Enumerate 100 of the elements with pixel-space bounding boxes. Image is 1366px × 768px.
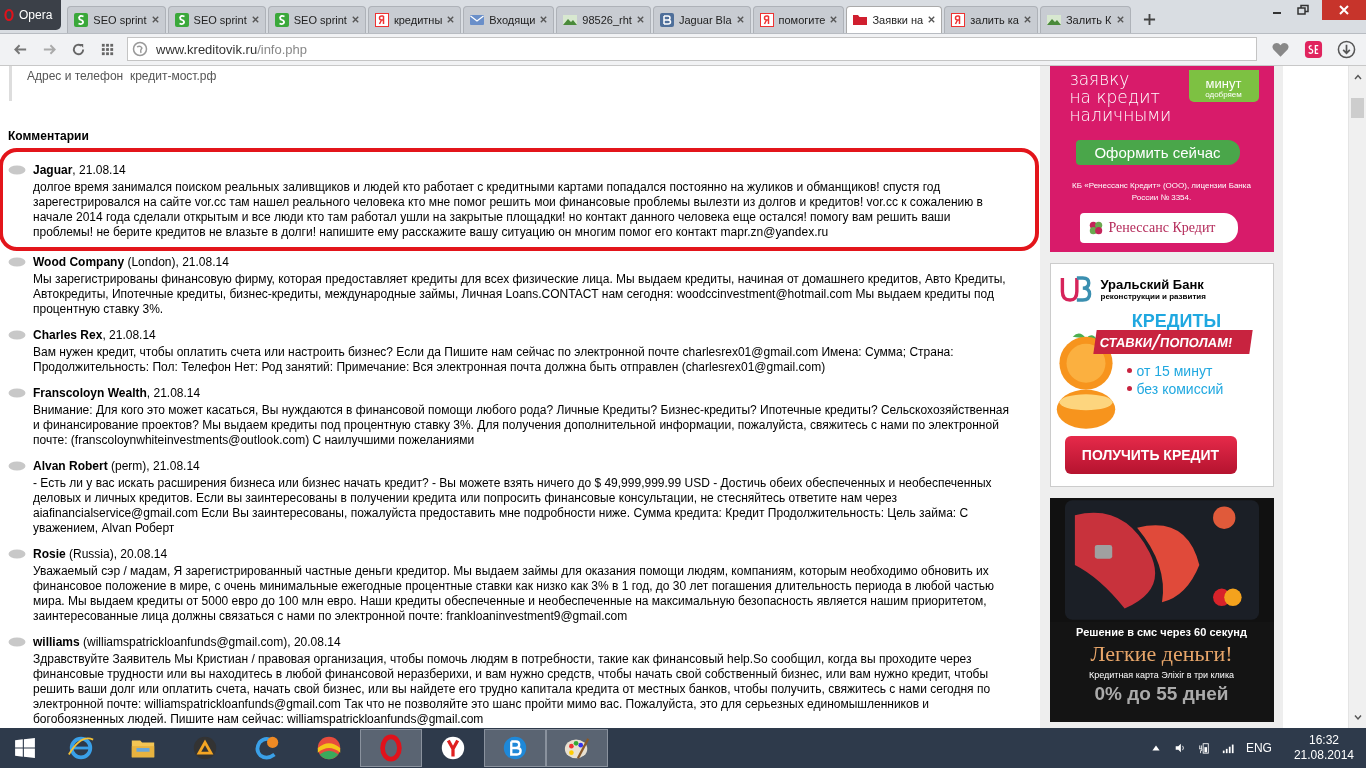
speech-bubble-icon bbox=[8, 330, 26, 341]
browser-tab[interactable]: Входящи bbox=[463, 5, 555, 33]
close-icon[interactable] bbox=[735, 15, 745, 25]
comment-header: Rosie (Russia), 20.08.14 bbox=[33, 547, 168, 562]
clock-time[interactable]: 16:32 bbox=[1308, 733, 1339, 748]
reload-icon[interactable] bbox=[71, 41, 86, 57]
speech-bubble-icon bbox=[8, 257, 26, 268]
speech-bubble-icon bbox=[8, 549, 26, 560]
close-icon[interactable] bbox=[927, 15, 937, 25]
close-icon[interactable] bbox=[539, 15, 549, 25]
ad-headline: КРЕДИТЫ bbox=[1130, 310, 1223, 332]
close-icon[interactable] bbox=[1022, 15, 1032, 25]
ribbon-text: ПОПОЛАМ! bbox=[1158, 334, 1234, 350]
ring-icon bbox=[4, 7, 14, 23]
comment-text: долгое время занимался поиском реальных заливщиков и людей кто работает с кредитными картами попадался постоянно на жуликов и обманщиков! спустя год зарегестрировался на сайте vor.cc там нашел реального человека кто мне помог решить мои финансовые проблемы вылезти из долгов и кредитов! vor.cc к сожалению в начале 2014 года сделали открытым и все люди кто там работал ушли на закрытые площадки! но контакт данного человека еще остался! помогу вам решить ваши проблемы! не берите кредитов не влазьте в долги! напишите ему расскажите вашу ситуацию он многим помог его контакт mapr.zn@yandex.ru bbox=[32, 179, 984, 240]
favicon-icon bbox=[373, 11, 390, 28]
ad-button[interactable]: ПОЛУЧИТЬ КРЕДИТ bbox=[1064, 435, 1237, 474]
ad-bullet-text: без комиссий bbox=[1136, 379, 1224, 398]
download-icon[interactable] bbox=[1337, 39, 1356, 59]
close-icon[interactable] bbox=[350, 15, 360, 25]
address-field[interactable]: www.kreditovik.ru/info.php bbox=[127, 37, 1257, 62]
comment-text: Внимание: Для кого это может касаться, Вы нуждаются в финансовой помощи любого рода? Личные Кредиты? Бизнес-кредиты? Ипотечные кредиты? Сельскохозяйственная и финансирование проектов? Мы выдаем кредиты под процентную ставку 3%. Для получения дополнительной информации, пожалуйста, свяжитесь с нами по электронной почте: (franscoloynwhiteinvestments@outlook.com) С наилучшими пожеланиями bbox=[32, 402, 1010, 448]
battery-icon[interactable] bbox=[1197, 742, 1210, 754]
favicon-icon bbox=[73, 11, 90, 28]
badge-text: минут bbox=[1205, 76, 1242, 90]
comment-text: Уважаемый сэр / мадам, Я зарегистрированный частные деньги кредитор. Мы выдаем займы для оказания помощи людям, компаниям, которым необходимо обновить их финансовое положение в мире, с очень минимальные ежегодные процентные ставки как низко как 3% в 1 год, до 30 лет погашения длительность периода в любой частью мира. Мы выдаем кредиты от 5000 евро до 100 млн евро. Наши кредиты обеспеченные и необеспеченные на максимальную безопасность является нашим приоритетом, заинтересованные лица должны связаться с нами по электронной почте: frankloaninvestment9@gmail.com bbox=[32, 563, 995, 624]
ad-text: Решение в смс через 60 секунд bbox=[1076, 625, 1247, 638]
ad-logo-text: Ренессанс Кредит bbox=[1108, 219, 1216, 236]
windows-icon bbox=[14, 737, 36, 759]
ad-legal-text: КБ «Ренессанс Кредит» (ООО), лицензии Банка России № 3354. bbox=[1071, 179, 1252, 204]
ring-icon bbox=[377, 734, 405, 762]
browser-tab[interactable]: кредитны bbox=[367, 5, 462, 33]
opera-menu-button[interactable]: Opera bbox=[0, 0, 62, 30]
language-indicator[interactable]: ENG bbox=[1245, 741, 1272, 755]
ad-headline: заявку bbox=[1069, 69, 1131, 88]
speech-bubble-icon bbox=[8, 461, 26, 472]
ad-offer: 0% до 55 дней bbox=[1094, 682, 1229, 705]
globe-icon bbox=[132, 41, 148, 58]
favicon-icon bbox=[658, 11, 675, 28]
ball-icon bbox=[315, 734, 343, 762]
b-badge-icon bbox=[501, 734, 529, 762]
comment-header: Franscoloyn Wealth, 21.08.14 bbox=[33, 386, 201, 401]
close-icon[interactable] bbox=[150, 15, 160, 25]
browser-tab[interactable]: залить ка bbox=[944, 5, 1038, 33]
comment-text: Мы зарегистрированы финансовую фирму, которая предоставляет кредиты для всех физические лица. Мы выдаем кредиты, начиная от домашнего кредитов, Авто Кредиты, Автокредиты, Ипотечные кредиты, бизнес-кредиты, международные займы, Личная Loans.CONTACT нам сегодня: woodccinvestment@hotmail.com Мы выдаем кредиты под процентную ставку 3%. bbox=[32, 271, 1007, 317]
favicon-icon bbox=[173, 11, 190, 28]
close-icon[interactable] bbox=[1322, 0, 1366, 20]
speaker-icon[interactable] bbox=[1173, 742, 1186, 754]
y-badge-icon bbox=[439, 734, 467, 762]
browser-tab[interactable]: SEO sprint bbox=[267, 5, 366, 33]
close-icon[interactable] bbox=[250, 15, 260, 25]
ad-bullet-text: от 15 минут bbox=[1136, 361, 1213, 380]
browser-tab[interactable]: SEO sprint bbox=[167, 5, 266, 33]
browser-tab[interactable]: Заявки на bbox=[846, 5, 943, 33]
close-icon[interactable] bbox=[1115, 15, 1125, 25]
globe-icon bbox=[67, 734, 95, 762]
new-tab-icon[interactable] bbox=[1142, 12, 1156, 26]
taskbar-button[interactable] bbox=[484, 729, 546, 767]
browser-tab[interactable]: помогите bbox=[752, 5, 845, 33]
comment-text: Вам нужен кредит, чтобы оплатить счета или настроить бизнес? Если да Пишите нам сейчас по электронной почте charlesrex01@gmail.com Имена: Сумма; Страна: Продолжительность: Пол: Телефон Нет: Род занятий: Примечание: Вся электронная почта должна быть отправлен (charlesrex01@gmail.com) bbox=[32, 344, 955, 375]
flower-icon bbox=[1087, 219, 1104, 236]
ad-text: Кредитная карта Элixir в три клика bbox=[1088, 669, 1235, 680]
comments-heading: Комментарии bbox=[8, 128, 90, 143]
ad-banner[interactable]: Решение в смс через 60 секунд Легкие деньги! Кредитная карта Элixir в три клика 0% до 55 дней bbox=[1049, 497, 1274, 722]
favicon-icon bbox=[950, 11, 967, 28]
comment-header: williams (williamspatrickloanfunds@gmail.com), 20.08.14 bbox=[33, 635, 341, 650]
comment-header: Alvan Robert (perm), 21.08.14 bbox=[33, 459, 200, 474]
browser-tab[interactable]: 98526_rht bbox=[556, 5, 651, 33]
comment-text: Здравствуйте Заявитель Мы Кристиан / правовая организация, чтобы помочь людям в потребности, такие как финансовый help.So сообщил, когда вы проходите через финансовые трудности или вы находитесь в любой финансовой неразберихи, и вам нужно средств, чтобы начать свой собственный бизнес, или вам нужно кредит, чтобы решить ваши долг или оплатить счета, начать свой бизнес, или вы найдете его трудно капитала кредита от местных банков, чтобы получить, свяжитесь с нами сегодня по электронной почте: williamspatrickloanfunds@gmail.com Так что не позволяйте это шанс пройти мимо вас. Пожалуйста, это для серьезных единомышленников и богобоязненных людей. Пишите нам сейчас: williamspatrickloanfunds@gmail.com bbox=[32, 651, 992, 727]
scroll-thumb[interactable] bbox=[1351, 97, 1364, 118]
bullet-icon bbox=[1126, 368, 1132, 374]
browser-tab[interactable]: Jaguar Bla bbox=[652, 5, 751, 33]
ribbon-text: СТАВКИ bbox=[1098, 334, 1153, 350]
browser-tab[interactable]: Залить К bbox=[1039, 5, 1131, 33]
ad-banner[interactable]: заявку на кредит наличными минут одобряем Оформить сейчас КБ «Ренессанс Кредит» (ООО), лицензии Банка России № 3354. Ренессанс Кредит bbox=[1049, 65, 1274, 252]
restore-icon[interactable] bbox=[1296, 3, 1310, 17]
scrollbar[interactable] bbox=[1348, 65, 1366, 729]
grid-icon[interactable] bbox=[100, 41, 115, 57]
close-icon[interactable] bbox=[446, 15, 456, 25]
bullet-icon bbox=[1126, 386, 1132, 392]
bank-name: Уральский Банк bbox=[1100, 276, 1205, 292]
ad-banner[interactable]: Уральский Банк реконструкции и развития КРЕДИТЫ СТАВКИ ПОПОЛАМ! от 15 минут без комиссий ПОЛУЧИТЬ КРЕДИТ bbox=[1049, 262, 1274, 487]
bank-logo-icon bbox=[1058, 273, 1093, 304]
favicon-icon bbox=[273, 11, 290, 28]
speech-bubble-icon bbox=[8, 165, 26, 176]
clock-date[interactable]: 21.08.2014 bbox=[1293, 748, 1354, 763]
comment-header: Charles Rex, 21.08.14 bbox=[33, 328, 156, 343]
comment-text: - Есть ли у вас искать расширения бизнеса или бизнес начать кредит? - Вы можете взять ничего до $ 49,999,999.99 USD - Достичь обеих обеспеченных и необеспеченных деловых и личных кредитов. Если вы заинтересованы в получении кредита или попросить финансовые консультации, не стесняйтесь ответите нам через aiafinancialservice@gmail.com Если Вы заинтересованы, пожалуйста предоставить мне подробности ниже. Сумма кредита: Кредит Продолжительность: Цель займа: С уважением, Alvan Роберт bbox=[32, 475, 993, 536]
ad-headline: Легкие деньги! bbox=[1090, 640, 1233, 667]
speech-bubble-icon bbox=[8, 637, 26, 648]
close-icon[interactable] bbox=[829, 15, 839, 25]
speech-bubble-icon bbox=[8, 388, 26, 399]
swirl-icon bbox=[253, 734, 281, 762]
browser-tab[interactable]: SEO sprint bbox=[67, 5, 166, 33]
address-line: Адрес и телефон кредит-мост.рф bbox=[27, 68, 217, 83]
signal-icon[interactable] bbox=[1221, 742, 1234, 754]
close-icon[interactable] bbox=[635, 15, 645, 25]
extension-icon[interactable] bbox=[1304, 39, 1323, 59]
comment-header: Wood Company (London), 21.08.14 bbox=[33, 255, 229, 270]
favicon-icon bbox=[758, 11, 775, 28]
